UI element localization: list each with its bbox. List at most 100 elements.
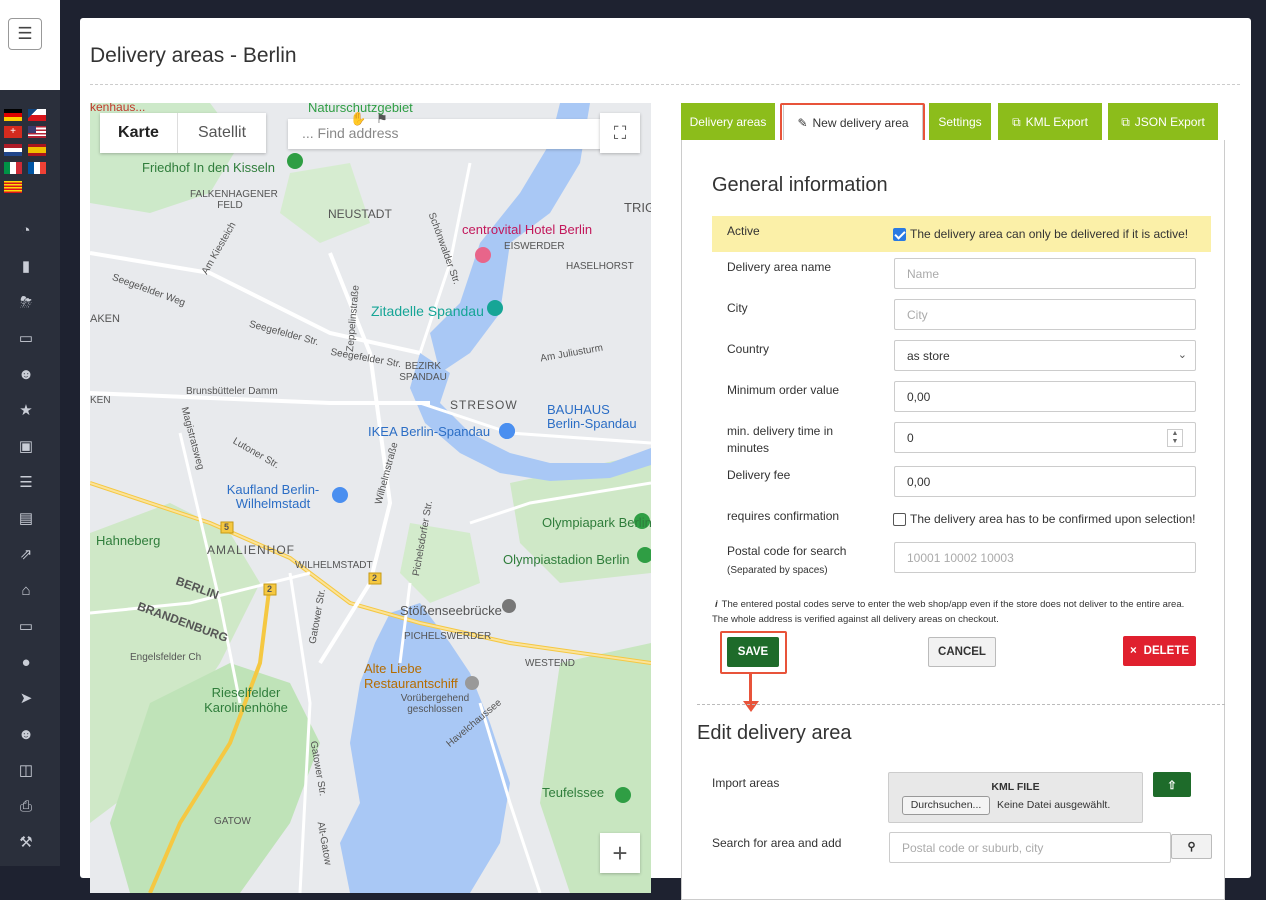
monitor-icon[interactable]: ▭	[0, 320, 52, 356]
name-input[interactable]: Name	[894, 258, 1196, 289]
stepper-icon[interactable]: ▲ ▼	[1167, 429, 1183, 447]
upload-button[interactable]: ⇧	[1153, 772, 1191, 797]
flag-de-icon[interactable]	[4, 109, 22, 121]
flag-it-icon[interactable]	[4, 162, 22, 174]
arrow-down-icon	[749, 674, 752, 702]
edit-heading: Edit delivery area	[697, 722, 852, 744]
road-shield: 2	[372, 573, 378, 583]
no-file-text: Keine Datei ausgewählt.	[997, 799, 1111, 811]
user-plus-icon[interactable]: ☻	[0, 356, 52, 392]
flag-us-icon[interactable]	[28, 126, 46, 138]
confirm-checkbox[interactable]: The delivery area has to be confirmed up…	[893, 511, 1196, 528]
map-label: Kaufland Berlin-Wilhelmstadt	[226, 482, 320, 511]
map-label: WILHELMSTADT	[295, 560, 373, 571]
info-text: i The entered postal codes serve to enter…	[712, 597, 1212, 627]
active-checkbox[interactable]: The delivery area can only be delivered …	[893, 226, 1188, 243]
database-icon[interactable]: ◫	[0, 752, 52, 788]
page-title: Delivery areas - Berlin	[90, 44, 297, 67]
close-icon: ×	[1129, 645, 1137, 657]
chart-icon[interactable]: ▮	[0, 248, 52, 284]
import-label: Import areas	[712, 776, 780, 790]
sidebar-header: ☰	[0, 0, 60, 90]
map-label: Naturschutzgebiet	[308, 103, 413, 115]
flag-cz-icon[interactable]	[28, 109, 46, 121]
min-time-label: min. delivery time in minutes	[727, 424, 834, 455]
wrench-icon[interactable]: ⚒	[0, 824, 52, 860]
info-line-2: The whole address is verified against al…	[712, 614, 999, 625]
cart-icon[interactable]: ⛈	[0, 284, 52, 320]
map-label: AKEN	[90, 313, 120, 325]
menu-icon[interactable]: ☰	[8, 18, 42, 50]
map-label: Vorübergehend geschlossen	[400, 693, 470, 715]
checkbox[interactable]	[893, 228, 906, 242]
general-heading: General information	[712, 174, 888, 196]
info-line-1: The entered postal codes serve to enter …	[721, 599, 1185, 610]
main-panel: Delivery areas - Berlin Karte Satellit .…	[80, 18, 1251, 900]
fee-input[interactable]: 0,00	[894, 466, 1196, 497]
zoom-in-button[interactable]: +	[600, 833, 640, 873]
list-icon[interactable]: ☰	[0, 464, 52, 500]
city-input[interactable]: City	[894, 299, 1196, 330]
flag-nl-icon[interactable]	[4, 144, 22, 156]
map-label: Teufelssee	[542, 785, 605, 800]
star-icon[interactable]: ★	[0, 392, 52, 428]
map-search-input[interactable]: ... Find address	[288, 119, 606, 149]
delete-button[interactable]: × DELETE	[1123, 636, 1196, 666]
map[interactable]: Karte Satellit ... Find address ✋ ⚑ ⛶ + …	[90, 103, 651, 893]
map-label: kenhaus...	[90, 103, 146, 114]
road-shield: 2	[267, 584, 273, 594]
min-order-input[interactable]: 0,00	[894, 381, 1196, 412]
flag-fr-icon[interactable]	[28, 162, 46, 174]
tab-kml-export[interactable]: ⧉ KML Export	[998, 103, 1102, 141]
map-label: STRESOW	[450, 398, 518, 412]
map-tab-map[interactable]: Karte	[100, 113, 178, 153]
map-label: FALKENHAGENER FELD	[190, 189, 278, 211]
tab-settings[interactable]: Settings	[929, 103, 991, 141]
min-time-input[interactable]: 0 ▲ ▼	[894, 422, 1196, 453]
postal-input[interactable]: 10001 10002 10003	[894, 542, 1196, 573]
map-label: BAUHAUS Berlin-Spandau	[547, 402, 637, 431]
search-icon: ⚲	[1187, 841, 1196, 853]
map-label: Zitadelle Spandau	[371, 303, 484, 319]
search-area-input[interactable]: Postal code or suburb, city	[889, 832, 1171, 863]
trend-icon[interactable]: ⇗	[0, 536, 52, 572]
map-label: Rieselfelder Karolinenhöhe	[204, 685, 288, 715]
search-area-label: Search for area and add	[712, 836, 842, 850]
rocket-icon[interactable]: ➤	[0, 680, 52, 716]
map-label: AMALIENHOF	[207, 543, 296, 557]
home-icon[interactable]: ⌂	[0, 572, 52, 608]
map-label: Hahneberg	[96, 533, 161, 548]
cancel-button[interactable]: CANCEL	[928, 637, 996, 667]
flag-ca-icon[interactable]	[4, 181, 22, 193]
arrow-head	[743, 701, 759, 712]
search-button[interactable]: ⚲	[1171, 834, 1212, 859]
book-icon[interactable]: ▤	[0, 500, 52, 536]
dashboard-icon[interactable]: ◔	[0, 212, 52, 248]
print-icon[interactable]: ⎙	[0, 788, 52, 824]
country-select[interactable]: as store ⌄	[894, 340, 1196, 371]
tab-json-export[interactable]: ⧉ JSON Export	[1108, 103, 1218, 141]
user-icon[interactable]: ●	[0, 644, 52, 680]
flag-ch-icon[interactable]: +	[4, 126, 22, 138]
map-label: GATOW	[214, 816, 251, 827]
flag-es-icon[interactable]	[28, 144, 46, 156]
map-label: Brunsbütteler Damm	[186, 386, 278, 397]
postal-sublabel: (Separated by spaces)	[727, 565, 828, 576]
postal-label: Postal code for search	[727, 544, 847, 558]
fullscreen-icon[interactable]: ⛶	[600, 113, 640, 153]
archive-icon[interactable]: ▣	[0, 428, 52, 464]
map-label: NEUSTADT	[328, 207, 392, 221]
checkbox[interactable]	[893, 513, 906, 527]
map-label: Engelsfelder Ch	[130, 652, 202, 663]
screen-icon[interactable]: ▭	[0, 608, 52, 644]
tab-delivery-areas[interactable]: Delivery areas	[681, 103, 775, 141]
map-label: BEZIRK SPANDAU	[399, 361, 447, 383]
chevron-down-icon: ⌄	[1177, 349, 1187, 361]
checkbox-text: The delivery area has to be confirmed up…	[910, 512, 1196, 526]
confirm-label: requires confirmation	[727, 509, 840, 523]
users-icon[interactable]: ☻	[0, 716, 52, 752]
browse-button[interactable]: Durchsuchen...	[902, 796, 990, 815]
kml-file-box: KML FILE Durchsuchen... Keine Datei ausg…	[888, 772, 1143, 823]
map-tab-satellite[interactable]: Satellit	[178, 113, 266, 153]
map-label: HASELHORST	[566, 261, 634, 272]
